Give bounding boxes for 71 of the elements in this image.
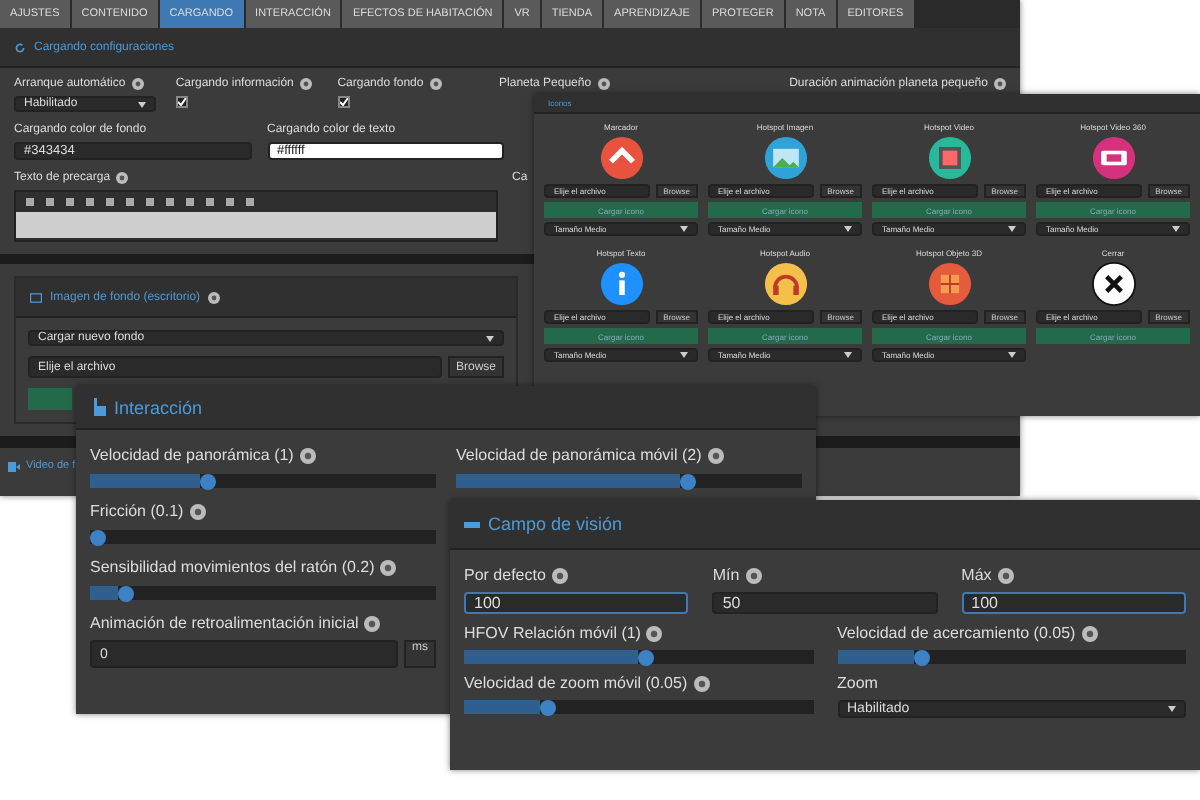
slider-thumb[interactable] xyxy=(90,529,106,545)
field-label: Zoom xyxy=(837,674,880,692)
help-icon xyxy=(208,291,221,303)
help-icon xyxy=(993,78,1006,90)
number-input[interactable]: 100 xyxy=(464,592,689,614)
caret-icon xyxy=(844,352,852,358)
slider-label: Sensibilidad movimientos del ratón (0.2) xyxy=(90,558,375,576)
slider-label: HFOV Relación móvil (1) xyxy=(464,624,641,642)
field-label: Mín xyxy=(712,566,740,584)
slider-label: Velocidad de acercamiento (0.05) xyxy=(837,624,1076,642)
number-input[interactable]: 100 xyxy=(961,592,1186,614)
field-label: Máx xyxy=(961,566,992,584)
slider-thumb[interactable] xyxy=(680,473,697,489)
toolbar-icon[interactable] xyxy=(26,198,34,206)
help-icon xyxy=(364,615,381,631)
help-icon xyxy=(1081,625,1098,641)
toolbar-icon[interactable] xyxy=(46,198,54,206)
toolbar-icon[interactable] xyxy=(166,198,174,206)
help-icon xyxy=(597,78,610,90)
slider-label: Fricción (0.1) xyxy=(90,502,184,520)
help-icon xyxy=(646,625,663,641)
help-icon xyxy=(997,567,1014,583)
help-icon xyxy=(116,172,129,184)
help-icon xyxy=(693,675,710,691)
toolbar-icon[interactable] xyxy=(246,198,254,206)
section-title: Campo de visión xyxy=(488,514,623,534)
toolbar-icon[interactable] xyxy=(106,198,114,206)
help-icon xyxy=(299,447,316,463)
minus-icon xyxy=(464,521,480,527)
toolbar-icon[interactable] xyxy=(126,198,134,206)
toolbar-icon[interactable] xyxy=(186,198,194,206)
caret-icon xyxy=(137,101,146,107)
hand-icon xyxy=(90,398,106,416)
caret-icon xyxy=(1008,226,1016,232)
caret-icon xyxy=(1008,352,1016,358)
toolbar-icon[interactable] xyxy=(206,198,214,206)
upload-button[interactable] xyxy=(28,388,72,410)
caret-icon xyxy=(1168,706,1176,712)
caret-icon xyxy=(1172,226,1180,232)
refresh-icon xyxy=(14,41,26,53)
field-label: Animación de retroalimentación inicial xyxy=(90,614,359,632)
slider-thumb[interactable] xyxy=(638,649,655,665)
caret-icon xyxy=(680,352,688,358)
toolbar-icon[interactable] xyxy=(146,198,154,206)
help-icon xyxy=(189,503,206,519)
field-label: Por defecto xyxy=(464,566,546,584)
text-editor[interactable] xyxy=(14,190,498,242)
slider-thumb[interactable] xyxy=(540,699,557,715)
toolbar-icon[interactable] xyxy=(86,198,94,206)
number-input[interactable]: 50 xyxy=(712,592,938,614)
help-icon xyxy=(745,567,762,583)
checkbox[interactable] xyxy=(175,96,188,108)
checkbox[interactable] xyxy=(337,96,350,108)
help-icon xyxy=(429,78,442,90)
help-icon xyxy=(131,78,144,90)
video-icon xyxy=(8,461,20,471)
caret-icon xyxy=(844,226,852,232)
image-icon xyxy=(30,291,42,303)
section-title: Interacción xyxy=(114,397,203,417)
help-icon xyxy=(380,559,397,575)
help-icon xyxy=(299,78,312,90)
slider-thumb[interactable] xyxy=(200,473,217,489)
help-icon xyxy=(551,567,568,583)
slider-label: Velocidad de panorámica (1) xyxy=(90,446,294,464)
help-icon xyxy=(707,447,724,463)
toolbar-icon[interactable] xyxy=(226,198,234,206)
caret-icon xyxy=(486,335,494,341)
caret-icon xyxy=(680,226,688,232)
slider-label: Velocidad de panorámica móvil (2) xyxy=(456,446,702,464)
slider-label: Velocidad de zoom móvil (0.05) xyxy=(464,674,688,692)
toolbar-icon[interactable] xyxy=(66,198,74,206)
